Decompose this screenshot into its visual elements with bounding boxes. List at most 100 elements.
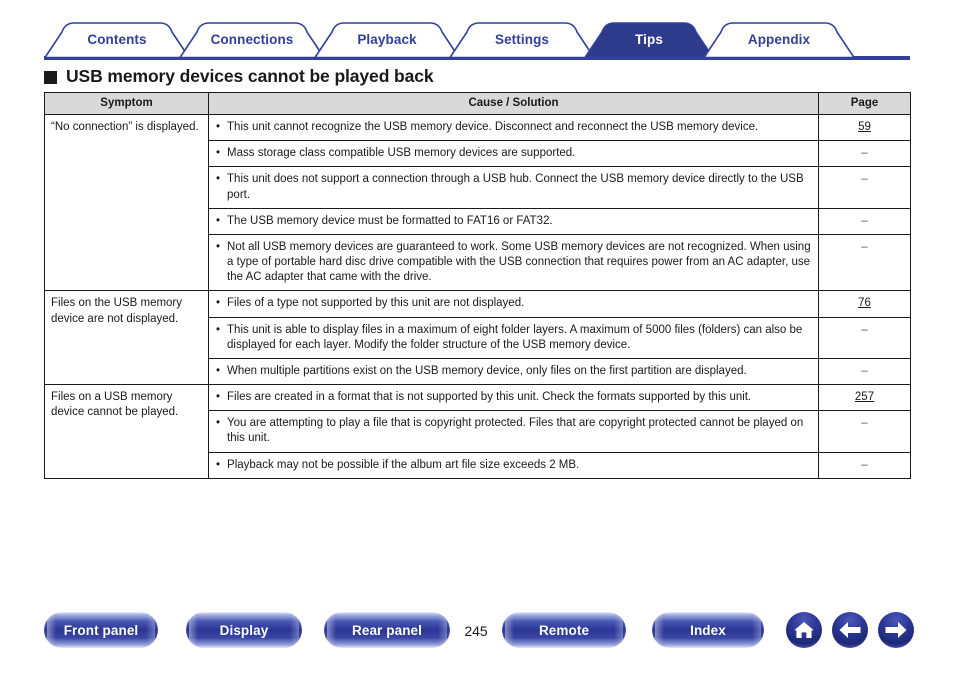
bullet-icon: • bbox=[216, 297, 221, 310]
page-reference-cell: – bbox=[818, 410, 911, 453]
tab-label: Appendix bbox=[747, 32, 811, 47]
index-button[interactable]: Index bbox=[652, 612, 764, 648]
remote-button-label: Remote bbox=[538, 622, 590, 638]
tab-settings[interactable]: Settings bbox=[449, 22, 595, 58]
bullet-icon: • bbox=[216, 458, 221, 471]
front-panel-button[interactable]: Front panel bbox=[44, 612, 158, 648]
bullet-icon: • bbox=[216, 240, 221, 253]
table-row: Files on the USB memory device are not d… bbox=[44, 290, 911, 386]
rear-panel-button-label: Rear panel bbox=[351, 622, 423, 638]
cause-solution-text: When multiple partitions exist on the US… bbox=[227, 364, 747, 377]
display-button[interactable]: Display bbox=[186, 612, 302, 648]
bullet-icon: • bbox=[216, 323, 221, 336]
arrow-left-icon bbox=[838, 621, 862, 639]
tab-label: Settings bbox=[494, 32, 550, 47]
cause-solution-cell: • The USB memory device must be formatted… bbox=[208, 207, 819, 235]
page-reference-link[interactable]: 257 bbox=[855, 391, 874, 403]
home-icon bbox=[793, 620, 815, 640]
cause-solution-cell: • Playback may not be possible if the alb… bbox=[208, 451, 819, 479]
page-reference-cell: – bbox=[818, 357, 911, 386]
page-reference-cell: – bbox=[818, 451, 911, 479]
page-reference-cell: – bbox=[818, 207, 911, 235]
cause-solution-cell: • Files of a type not supported by this u… bbox=[208, 290, 819, 318]
tab-connections[interactable]: Connections bbox=[179, 22, 325, 58]
page-reference-link[interactable]: 76 bbox=[858, 297, 871, 309]
tab-appendix[interactable]: Appendix bbox=[703, 22, 855, 58]
bullet-icon: • bbox=[216, 121, 221, 133]
home-button[interactable] bbox=[786, 612, 822, 648]
tab-contents[interactable]: Contents bbox=[44, 22, 190, 58]
tab-tips[interactable]: Tips bbox=[584, 22, 714, 58]
page-reference-none: – bbox=[861, 323, 868, 336]
cause-solution-cell: • This unit is able to display files in a… bbox=[208, 316, 819, 359]
cause-solution-cell: • Files are created in a format that is n… bbox=[208, 384, 819, 412]
cause-solution-cell: • Mass storage class compatible USB memor… bbox=[208, 140, 819, 168]
index-button-label: Index bbox=[690, 622, 726, 638]
page-reference-none: – bbox=[861, 240, 868, 253]
table-header-row: Symptom Cause / Solution Page bbox=[44, 92, 911, 115]
cause-solution-cell: • When multiple partitions exist on the U… bbox=[208, 357, 819, 386]
square-bullet-icon bbox=[44, 71, 57, 84]
remote-button[interactable]: Remote bbox=[502, 612, 626, 648]
cause-solution-cell: • Not all USB memory devices are guarante… bbox=[208, 233, 819, 292]
section-heading: USB memory devices cannot be played back bbox=[44, 66, 434, 87]
cause-solution-text: You are attempting to play a file that i… bbox=[227, 417, 804, 445]
cause-solution-text: Playback may not be possible if the albu… bbox=[227, 458, 580, 471]
tab-playback[interactable]: Playback bbox=[314, 22, 460, 58]
column-header-cause-solution: Cause / Solution bbox=[208, 92, 819, 115]
cause-solution-text: Not all USB memory devices are guarantee… bbox=[227, 240, 811, 284]
cause-solution-cell: • This unit cannot recognize the USB memo… bbox=[208, 113, 819, 142]
forward-button[interactable] bbox=[878, 612, 914, 648]
symptom-cell: Files on the USB memory device are not d… bbox=[44, 290, 209, 386]
table-row: “No connection” is displayed. • This unit … bbox=[44, 113, 911, 292]
rear-panel-button[interactable]: Rear panel bbox=[324, 612, 450, 648]
page-reference-cell: – bbox=[818, 140, 911, 168]
tab-label: Tips bbox=[635, 32, 663, 47]
cause-solution-text: This unit is able to display files in a … bbox=[227, 323, 803, 351]
cause-solution-cell: • You are attempting to play a file that … bbox=[208, 410, 819, 453]
page-reference-none: – bbox=[861, 458, 868, 471]
arrow-right-icon bbox=[884, 621, 908, 639]
page-reference-cell: – bbox=[818, 233, 911, 292]
tab-bar: Contents Connections Playback Settings Tips A… bbox=[44, 22, 910, 60]
page-title: USB memory devices cannot be played back bbox=[66, 66, 434, 86]
cause-solution-text: This unit cannot recognize the USB memor… bbox=[227, 121, 759, 133]
page-reference-cell[interactable]: 59 bbox=[818, 113, 911, 142]
symptom-cell: Files on a USB memory device cannot be p… bbox=[44, 384, 209, 479]
column-header-symptom: Symptom bbox=[44, 92, 209, 115]
footer-navigation: Front panel Display Rear panel 245 Remot… bbox=[0, 612, 954, 662]
front-panel-button-label: Front panel bbox=[63, 622, 139, 638]
cause-solution-text: The USB memory device must be formatted … bbox=[227, 214, 553, 227]
page-number: 245 bbox=[464, 623, 488, 639]
cause-solution-text: Files of a type not supported by this un… bbox=[227, 297, 525, 310]
tab-label: Playback bbox=[357, 32, 417, 47]
tab-label: Connections bbox=[210, 32, 294, 47]
cause-solution-cell: • This unit does not support a connection… bbox=[208, 166, 819, 209]
page-reference-none: – bbox=[861, 364, 868, 377]
page-reference-none: – bbox=[861, 173, 868, 186]
page-reference-link[interactable]: 59 bbox=[858, 121, 871, 133]
display-button-label: Display bbox=[219, 622, 269, 638]
bullet-icon: • bbox=[216, 364, 221, 377]
page-reference-none: – bbox=[861, 214, 868, 227]
symptom-cell: “No connection” is displayed. bbox=[44, 113, 209, 292]
cause-solution-text: Files are created in a format that is no… bbox=[227, 391, 752, 404]
bullet-icon: • bbox=[216, 417, 221, 430]
bullet-icon: • bbox=[216, 147, 221, 160]
tab-label: Contents bbox=[87, 32, 147, 47]
cause-solution-text: Mass storage class compatible USB memory… bbox=[227, 147, 576, 160]
bullet-icon: • bbox=[216, 173, 221, 186]
tab-list: Contents Connections Playback Settings Tips A… bbox=[44, 22, 910, 58]
page-reference-cell[interactable]: 76 bbox=[818, 290, 911, 318]
bullet-icon: • bbox=[216, 391, 221, 404]
table-row: Files on a USB memory device cannot be p… bbox=[44, 384, 911, 479]
column-header-page: Page bbox=[818, 92, 911, 115]
page-reference-cell[interactable]: 257 bbox=[818, 384, 911, 412]
page-reference-cell: – bbox=[818, 316, 911, 359]
page-reference-none: – bbox=[861, 417, 868, 430]
troubleshooting-table-wrapper: Symptom Cause / Solution Page “No connec… bbox=[44, 92, 911, 479]
back-button[interactable] bbox=[832, 612, 868, 648]
troubleshooting-table: Symptom Cause / Solution Page “No connec… bbox=[44, 92, 911, 479]
page-reference-none: – bbox=[861, 147, 868, 160]
bullet-icon: • bbox=[216, 214, 221, 227]
